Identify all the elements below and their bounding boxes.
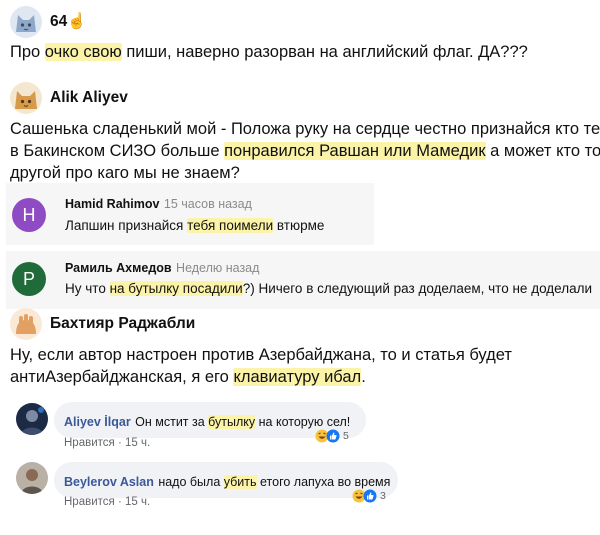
text-segment: а может кто то [485, 142, 600, 160]
author-name[interactable]: Рамиль Ахмедов [65, 261, 172, 275]
highlighted-text: бутылку [208, 415, 256, 429]
highlighted-text: клавиатуру ибал [233, 368, 362, 386]
text-segment: ?) Ничего в следующий раз доделаем, что … [242, 281, 593, 296]
comment-text: Сашенька сладенький мой - Положа руку на… [10, 118, 600, 184]
reply-header: Рамиль Ахмедов Неделю назад [65, 259, 259, 277]
author-name[interactable]: Beylerov Aslan [64, 475, 154, 489]
reaction-summary[interactable]: 5 [315, 429, 349, 443]
pointing-up-icon: ☝ [67, 13, 87, 30]
text-segment: етого лапуха во время [256, 475, 391, 489]
separator-dot: · [117, 437, 125, 449]
like-link[interactable]: Нравится [64, 437, 115, 449]
text-line: Сашенька сладенький мой - Положа руку на… [10, 120, 600, 138]
comment-text: Ну, если автор настроен против Азербайдж… [10, 344, 512, 388]
reaction-summary[interactable]: 3 [352, 489, 386, 503]
comment-author[interactable]: Бахтияр Раджабли [50, 315, 195, 333]
author-name[interactable]: 64 [50, 13, 67, 30]
comment-line: Aliyev İlqar Он мстит за бутылку на кото… [64, 413, 350, 431]
text-segment: . [361, 368, 366, 386]
text-segment: в Бакинском СИЗО больше [10, 142, 225, 160]
separator-dot: · [117, 496, 125, 508]
like-reaction-icon [363, 489, 377, 503]
reaction-count: 3 [380, 490, 386, 502]
text-segment: Ну что [65, 281, 110, 296]
comment-meta: Нравится · 15 ч. [64, 496, 150, 508]
comment-author[interactable]: 64☝ [50, 12, 87, 31]
user-avatar[interactable]: H [12, 198, 46, 232]
user-avatar[interactable] [10, 6, 42, 38]
text-segment: втюрме [273, 218, 325, 233]
text-segment: Он мстит за [135, 415, 209, 429]
text-line: Ну, если автор настроен против Азербайдж… [10, 346, 512, 364]
author-name[interactable]: Aliyev İlqar [64, 415, 131, 429]
like-reaction-icon [326, 429, 340, 443]
text-line: другой про каго мы не знаем? [10, 164, 240, 182]
reply-text: Ну что на бутылку посадили?) Ничего в сл… [65, 281, 600, 296]
text-segment: пиши, наверно разорван на английский фла… [121, 43, 528, 61]
reply-header: Hamid Rahimov 15 часов назад [65, 195, 252, 213]
comment-author[interactable]: Alik Aliyev [50, 89, 128, 107]
text-segment: Про [10, 43, 45, 61]
highlighted-text: на бутылку посадили [109, 281, 243, 296]
comment-text: Про очко свою пиши, наверно разорван на … [10, 41, 528, 63]
highlighted-text: очко свою [44, 43, 122, 61]
reply-text: Лапшин признайся тебя поимели втюрме [65, 218, 324, 233]
like-link[interactable]: Нравится [64, 496, 115, 508]
comment-line: Beylerov Aslan надо была убить етого лап… [64, 473, 390, 491]
highlighted-text: понравился Равшан или Мамедик [224, 142, 486, 160]
text-line: антиАзербайджанская, я его клавиатуру иб… [10, 366, 512, 388]
user-avatar[interactable] [10, 308, 42, 340]
text-segment: Лапшин признайся [65, 218, 188, 233]
user-avatar[interactable] [16, 462, 48, 494]
timestamp[interactable]: 15 ч. [125, 496, 150, 508]
timestamp[interactable]: 15 ч. [125, 437, 150, 449]
reaction-count: 5 [343, 430, 349, 442]
timestamp[interactable]: 15 часов назад [164, 197, 252, 211]
text-segment: надо была [158, 475, 224, 489]
user-avatar[interactable]: P [12, 262, 46, 296]
text-segment: на которую сел! [255, 415, 351, 429]
highlighted-text: тебя поимели [187, 218, 274, 233]
reply-card [6, 183, 374, 245]
timestamp[interactable]: Неделю назад [176, 261, 259, 275]
user-avatar[interactable] [16, 403, 48, 435]
author-name[interactable]: Hamid Rahimov [65, 197, 159, 211]
user-avatar[interactable] [10, 82, 42, 114]
highlighted-text: убить [223, 475, 257, 489]
comment-meta: Нравится · 15 ч. [64, 437, 150, 449]
text-line: в Бакинском СИЗО больше понравился Равша… [10, 140, 600, 162]
text-segment: антиАзербайджанская, я его [10, 368, 234, 386]
